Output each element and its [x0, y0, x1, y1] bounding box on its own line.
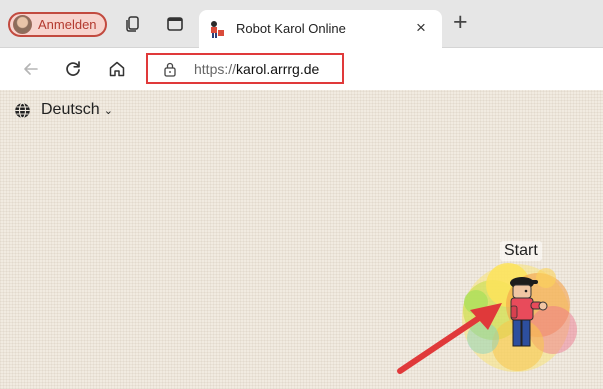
- lock-icon[interactable]: [163, 62, 177, 77]
- home-icon[interactable]: [107, 59, 127, 79]
- address-bar[interactable]: https://karol.arrrg.de: [146, 53, 344, 84]
- signin-button[interactable]: Anmelden: [8, 12, 107, 37]
- tab-close-icon[interactable]: ×: [416, 18, 426, 38]
- reload-icon[interactable]: [63, 59, 83, 79]
- tab-title: Robot Karol Online: [236, 21, 346, 36]
- back-arrow-icon[interactable]: [21, 59, 41, 79]
- robot-karol-favicon: [211, 21, 224, 38]
- url-scheme: https://: [194, 61, 237, 77]
- page-content: Deutsch ⌄ Start: [0, 90, 603, 389]
- navigation-bar: https://karol.arrrg.de: [0, 48, 603, 90]
- chevron-down-icon: ⌄: [103, 104, 113, 117]
- tab-actions-icon[interactable]: [166, 15, 184, 33]
- start-label[interactable]: Start: [500, 241, 542, 261]
- new-tab-button[interactable]: +: [453, 10, 468, 35]
- globe-icon: [15, 102, 30, 118]
- profile-avatar: [13, 15, 32, 34]
- language-selector[interactable]: Deutsch ⌄: [14, 101, 113, 119]
- url-text: https://karol.arrrg.de: [194, 61, 319, 77]
- url-host: karol.arrrg.de: [236, 61, 320, 77]
- collections-icon[interactable]: [124, 15, 142, 33]
- tab-robot-karol[interactable]: Robot Karol Online ×: [199, 10, 442, 48]
- language-label: Deutsch: [41, 101, 100, 118]
- red-pointer-arrow: [397, 303, 502, 374]
- signin-label: Anmelden: [38, 17, 97, 32]
- tab-strip: Anmelden Robot Karol Online × +: [0, 0, 603, 48]
